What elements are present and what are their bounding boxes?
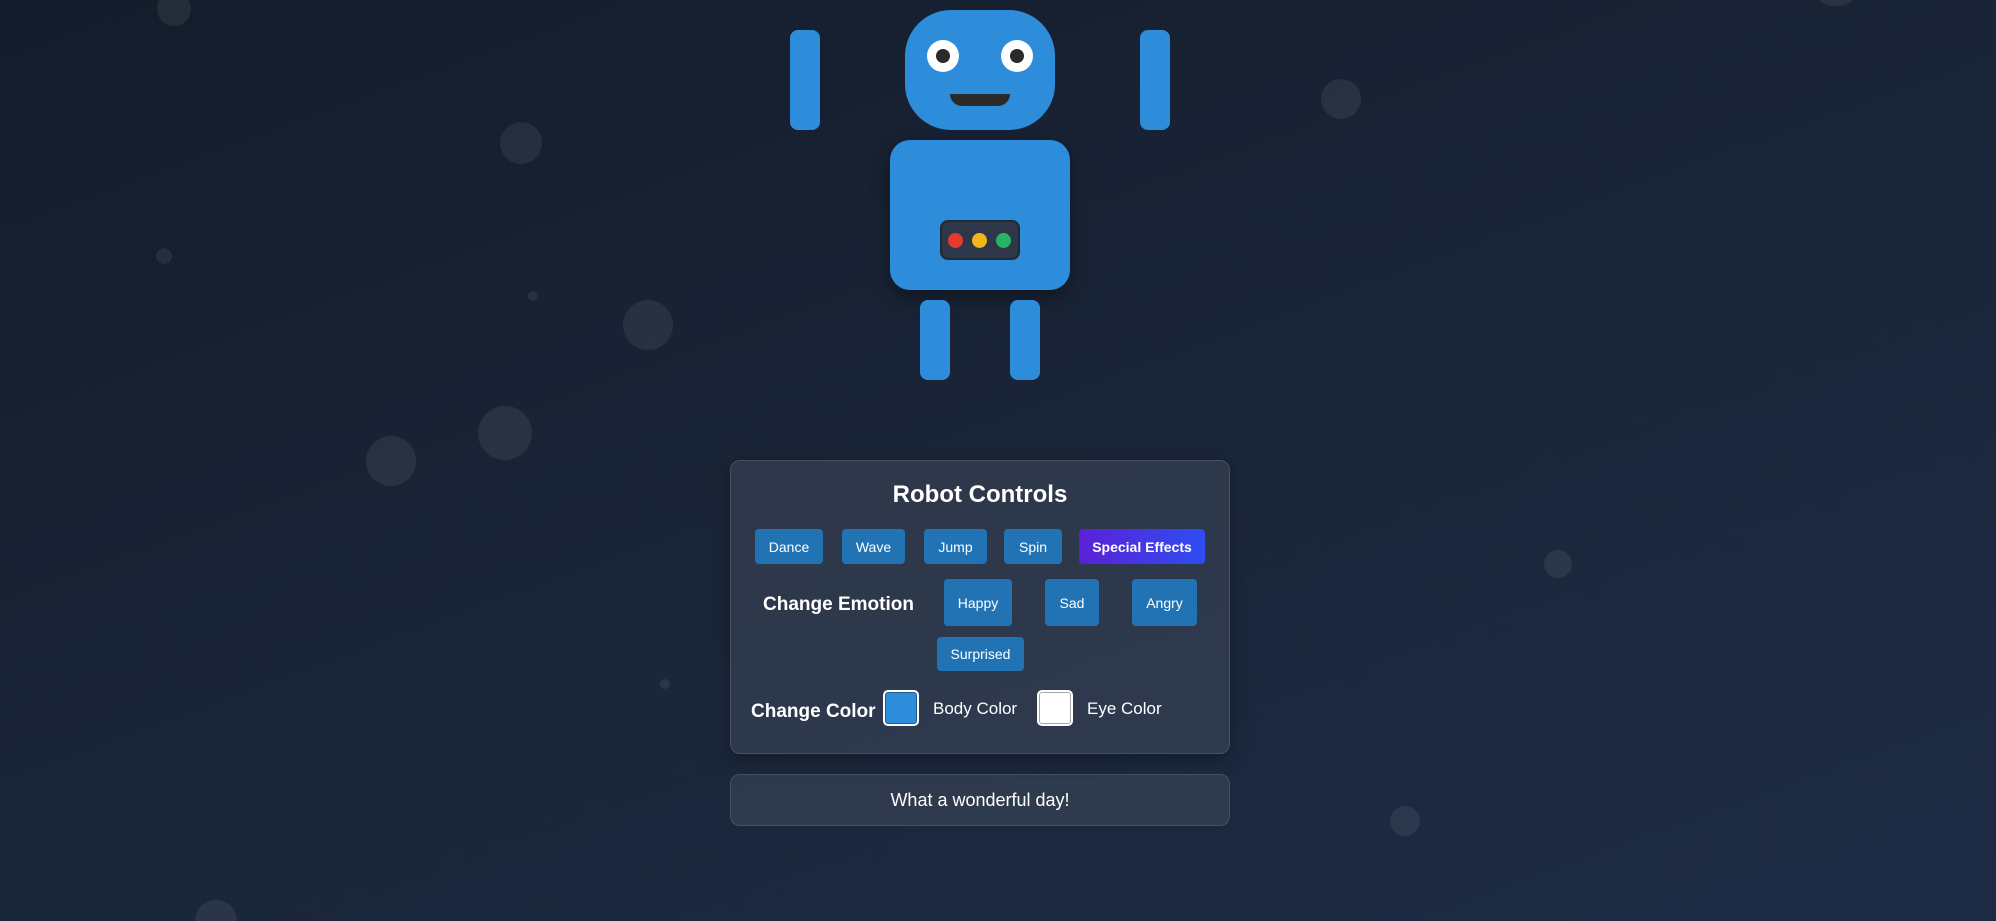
wave-button[interactable]: Wave xyxy=(842,529,905,564)
angry-button[interactable]: Angry xyxy=(1132,579,1197,626)
dance-button[interactable]: Dance xyxy=(755,529,823,564)
robot-head xyxy=(905,10,1055,130)
happy-button[interactable]: Happy xyxy=(944,579,1012,626)
robot-left-leg xyxy=(920,300,950,380)
background-bubble xyxy=(528,291,538,301)
jump-button[interactable]: Jump xyxy=(924,529,987,564)
background-bubble xyxy=(1321,79,1361,119)
robot-controls-panel: Robot Controls Dance Wave Jump Spin Spec… xyxy=(730,460,1230,754)
background-bubble xyxy=(660,679,670,689)
eye-color-label: Eye Color xyxy=(1087,699,1162,718)
chest-light-red xyxy=(948,233,963,248)
background-bubble xyxy=(157,0,191,26)
background-bubble xyxy=(623,300,673,350)
background-bubble xyxy=(195,900,237,921)
robot-left-eye xyxy=(927,40,959,72)
special-effects-button[interactable]: Special Effects xyxy=(1079,529,1205,564)
surprised-button[interactable]: Surprised xyxy=(937,637,1024,671)
robot-message: What a wonderful day! xyxy=(730,774,1230,826)
sad-button[interactable]: Sad xyxy=(1045,579,1099,626)
robot-mouth xyxy=(950,94,1010,106)
background-bubble xyxy=(1544,550,1572,578)
background-bubble xyxy=(500,122,542,164)
robot-right-eye xyxy=(1001,40,1033,72)
change-color-label: Change Color xyxy=(751,701,876,722)
robot-right-pupil xyxy=(1010,49,1024,63)
body-color-picker[interactable] xyxy=(883,690,919,726)
spin-button[interactable]: Spin xyxy=(1004,529,1062,564)
robot-chest-panel xyxy=(940,220,1020,260)
robot-left-arm xyxy=(790,30,820,130)
chest-light-yellow xyxy=(972,233,987,248)
background-bubble xyxy=(156,248,172,264)
background-bubble xyxy=(478,406,532,460)
background-bubble xyxy=(366,436,416,486)
body-color-label: Body Color xyxy=(933,699,1018,718)
robot-right-leg xyxy=(1010,300,1040,380)
chest-light-green xyxy=(996,233,1011,248)
eye-color-picker[interactable] xyxy=(1037,690,1073,726)
panel-title: Robot Controls xyxy=(892,481,1068,508)
background-bubble xyxy=(1818,0,1854,6)
robot-right-arm xyxy=(1140,30,1170,130)
background-bubble xyxy=(1390,806,1420,836)
robot-left-pupil xyxy=(936,49,950,63)
robot-body xyxy=(890,140,1070,290)
change-emotion-label: Change Emotion xyxy=(763,594,914,615)
